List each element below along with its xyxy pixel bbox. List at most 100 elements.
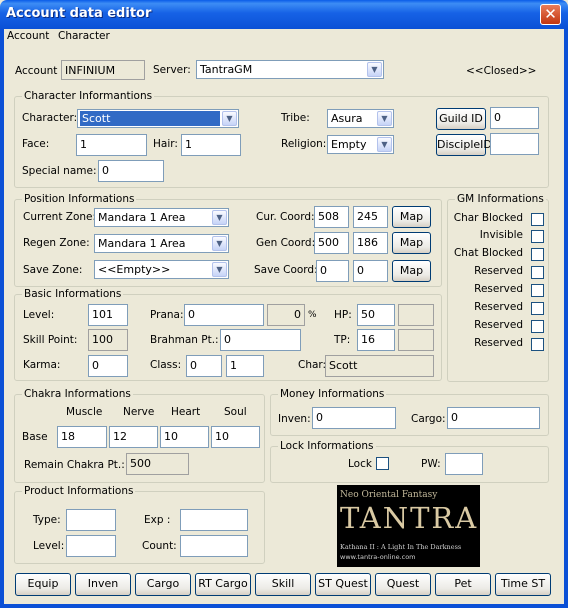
hp-field[interactable]: 50 (357, 304, 395, 326)
quest-button[interactable]: Quest (375, 573, 431, 596)
heart-field[interactable]: 10 (160, 426, 209, 448)
gm-item-label: Reserved (474, 283, 523, 295)
face-field[interactable]: 1 (76, 134, 147, 156)
class-field-1[interactable]: 0 (186, 355, 222, 377)
gm-item-label: Chat Blocked (453, 247, 523, 259)
disciple-id-button[interactable]: DiscipleID (436, 134, 492, 156)
inven-button[interactable]: Inven (75, 573, 131, 596)
gm-item-checkbox[interactable] (531, 320, 544, 333)
window-frame-left (0, 29, 4, 608)
server-value: TantraGM (200, 63, 253, 76)
level-field[interactable]: 101 (88, 304, 128, 326)
heart-header: Heart (171, 406, 201, 418)
character-label: Character: (22, 112, 78, 124)
level-label: Level: (23, 309, 55, 321)
product-type-label: Type: (33, 514, 61, 526)
gm-item-checkbox[interactable] (531, 302, 544, 315)
close-button[interactable]: ✕ (540, 4, 561, 25)
cur-coord-y-field[interactable]: 245 (353, 206, 388, 228)
product-count-field[interactable] (180, 535, 248, 557)
chevron-down-icon: ▼ (367, 62, 382, 77)
banner-tagline: Neo Oriental Fantasy (340, 490, 438, 500)
karma-field[interactable]: 0 (88, 355, 128, 377)
st-quest-button[interactable]: ST Quest (315, 573, 371, 596)
regen-zone-dropdown[interactable]: Mandara 1 Area ▼ (94, 234, 229, 253)
account-field: INFINIUM (61, 60, 145, 80)
save-coord-y-field[interactable]: 0 (353, 260, 388, 282)
equip-button[interactable]: Equip (15, 573, 71, 596)
product-info-title: Product Informations (22, 485, 136, 497)
disciple-id-field[interactable] (490, 133, 539, 155)
menu-character[interactable]: Character (58, 30, 110, 42)
rt-cargo-button[interactable]: RT Cargo (195, 573, 251, 596)
character-dropdown[interactable]: Scott ▼ (77, 109, 239, 128)
gen-map-button[interactable]: Map (392, 232, 431, 254)
server-label: Server: (153, 64, 191, 76)
guild-id-field[interactable]: 0 (490, 107, 539, 129)
pet-button[interactable]: Pet (435, 573, 491, 596)
muscle-field[interactable]: 18 (57, 426, 107, 448)
hp-max-field (398, 304, 434, 326)
inven-money-field[interactable]: 0 (312, 407, 396, 429)
product-exp-field[interactable] (180, 509, 248, 531)
gm-item-checkbox[interactable] (531, 266, 544, 279)
cargo-money-field[interactable]: 0 (447, 407, 540, 429)
soul-header: Soul (224, 406, 247, 418)
regen-zone-value: Mandara 1 Area (98, 237, 186, 250)
server-dropdown[interactable]: TantraGM ▼ (196, 60, 384, 79)
gm-item-checkbox[interactable] (531, 248, 544, 261)
nerve-field[interactable]: 12 (109, 426, 158, 448)
karma-label: Karma: (23, 359, 61, 371)
class-field-2[interactable]: 1 (226, 355, 264, 377)
character-info-title: Character Informantions (22, 90, 155, 102)
save-map-button[interactable]: Map (392, 260, 431, 282)
brahman-field[interactable]: 0 (220, 329, 301, 351)
gm-item-checkbox[interactable] (531, 213, 544, 226)
product-level-field[interactable] (66, 535, 116, 557)
soul-field[interactable]: 10 (211, 426, 260, 448)
skill-point-field: 100 (88, 329, 128, 351)
product-type-field[interactable] (66, 509, 116, 531)
menu-account[interactable]: Account (7, 30, 49, 42)
time-st-button[interactable]: Time ST (495, 573, 551, 596)
gm-item-checkbox[interactable] (531, 338, 544, 351)
tp-field[interactable]: 16 (357, 329, 395, 351)
gm-item-label: Invisible (479, 229, 523, 241)
save-coord-x-field[interactable]: 0 (316, 260, 349, 282)
pw-field[interactable] (445, 453, 483, 475)
religion-dropdown[interactable]: Empty ▼ (327, 135, 394, 154)
cur-coord-x-field[interactable]: 508 (314, 206, 349, 228)
skill-button[interactable]: Skill (255, 573, 311, 596)
gen-coord-label: Gen Coord: (256, 237, 316, 249)
window-frame-right (564, 29, 568, 608)
tribe-dropdown[interactable]: Asura ▼ (327, 109, 394, 128)
tribe-value: Asura (331, 112, 363, 125)
banner-subtitle: Kathana II : A Light In The Darkness (340, 543, 462, 551)
special-name-field[interactable]: 0 (98, 160, 164, 182)
cur-map-button[interactable]: Map (392, 206, 431, 228)
lock-checkbox[interactable] (376, 457, 389, 470)
gm-item-label: Reserved (474, 319, 523, 331)
window-title: Account data editor (6, 6, 152, 21)
gen-coord-y-field[interactable]: 186 (353, 232, 388, 254)
tp-label: TP: (334, 334, 351, 346)
gm-item-label: Char Blocked (453, 212, 523, 224)
save-zone-dropdown[interactable]: <<Empty>> ▼ (94, 260, 229, 279)
menu-bar: Account Character (4, 29, 564, 46)
chevron-down-icon: ▼ (377, 111, 392, 126)
gm-item-checkbox[interactable] (531, 284, 544, 297)
gen-coord-x-field[interactable]: 500 (314, 232, 349, 254)
guild-id-button[interactable]: Guild ID (436, 108, 486, 130)
religion-value: Empty (331, 138, 367, 151)
class-label: Class: (150, 359, 182, 371)
prana-field[interactable]: 0 (184, 304, 264, 326)
current-zone-dropdown[interactable]: Mandara 1 Area ▼ (94, 208, 229, 227)
current-zone-label: Current Zone: (23, 211, 97, 223)
gm-item-checkbox[interactable] (531, 230, 544, 243)
prana-label: Prana: (150, 309, 184, 321)
hair-field[interactable]: 1 (181, 134, 241, 156)
save-coord-label: Save Coord: (254, 264, 318, 276)
current-zone-value: Mandara 1 Area (98, 211, 186, 224)
cargo-button[interactable]: Cargo (135, 573, 191, 596)
lock-label: Lock (348, 458, 372, 470)
